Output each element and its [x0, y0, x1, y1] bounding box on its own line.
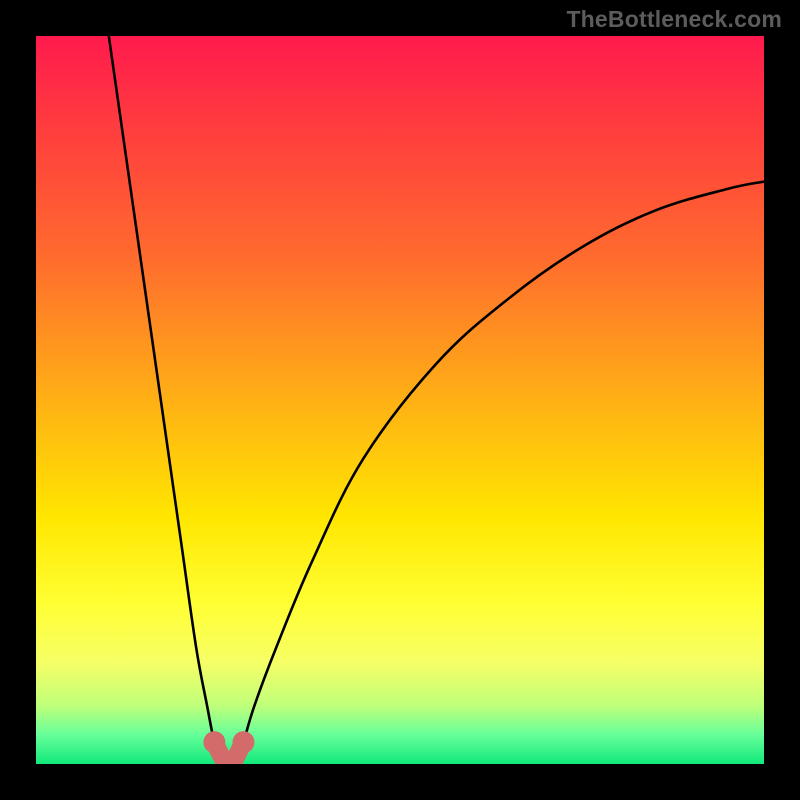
plot-area: [36, 36, 764, 764]
watermark-text: TheBottleneck.com: [566, 6, 782, 33]
optimum-markers: [203, 731, 254, 764]
curve-left-branch: [109, 36, 222, 764]
optimum-endpoint-icon: [203, 731, 225, 753]
bottleneck-curve: [36, 36, 764, 764]
curve-right-branch: [236, 182, 764, 764]
optimum-endpoint-icon: [232, 731, 254, 753]
chart-frame: TheBottleneck.com: [0, 0, 800, 800]
